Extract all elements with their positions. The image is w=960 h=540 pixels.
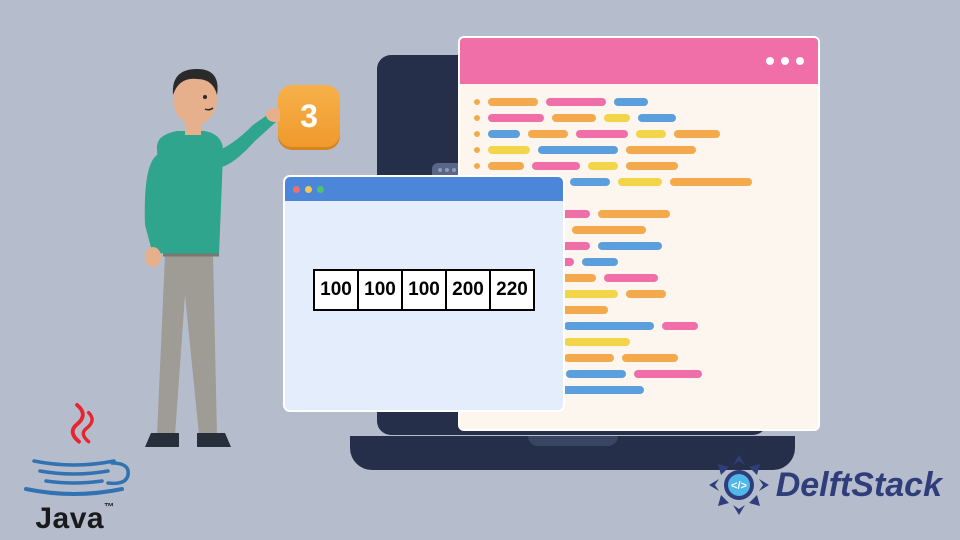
window-dot-icon (796, 57, 804, 65)
person-illustration (105, 55, 280, 460)
close-dot-icon (293, 186, 300, 193)
java-cup-icon (16, 455, 134, 497)
array-cells: 100 100 100 200 220 (313, 269, 535, 311)
array-cell: 100 (401, 269, 447, 311)
window-dot-icon (766, 57, 774, 65)
array-cell: 100 (313, 269, 359, 311)
code-window-titlebar (460, 38, 818, 84)
array-cell: 100 (357, 269, 403, 311)
delftstack-logo: </> DelftStack (708, 454, 942, 516)
array-cell: 220 (489, 269, 535, 311)
java-steam-icon (50, 403, 108, 461)
java-logo: Java™ (16, 455, 134, 536)
array-window: 100 100 100 200 220 (283, 175, 565, 412)
count-badge: 3 (278, 85, 340, 147)
delftstack-logo-text: DelftStack (776, 466, 942, 505)
svg-text:</>: </> (731, 480, 747, 492)
delftstack-emblem-icon: </> (708, 454, 770, 516)
minimize-dot-icon (305, 186, 312, 193)
maximize-dot-icon (317, 186, 324, 193)
window-dot-icon (781, 57, 789, 65)
array-cell: 200 (445, 269, 491, 311)
java-logo-text: Java™ (16, 502, 134, 536)
array-window-titlebar (285, 177, 563, 201)
